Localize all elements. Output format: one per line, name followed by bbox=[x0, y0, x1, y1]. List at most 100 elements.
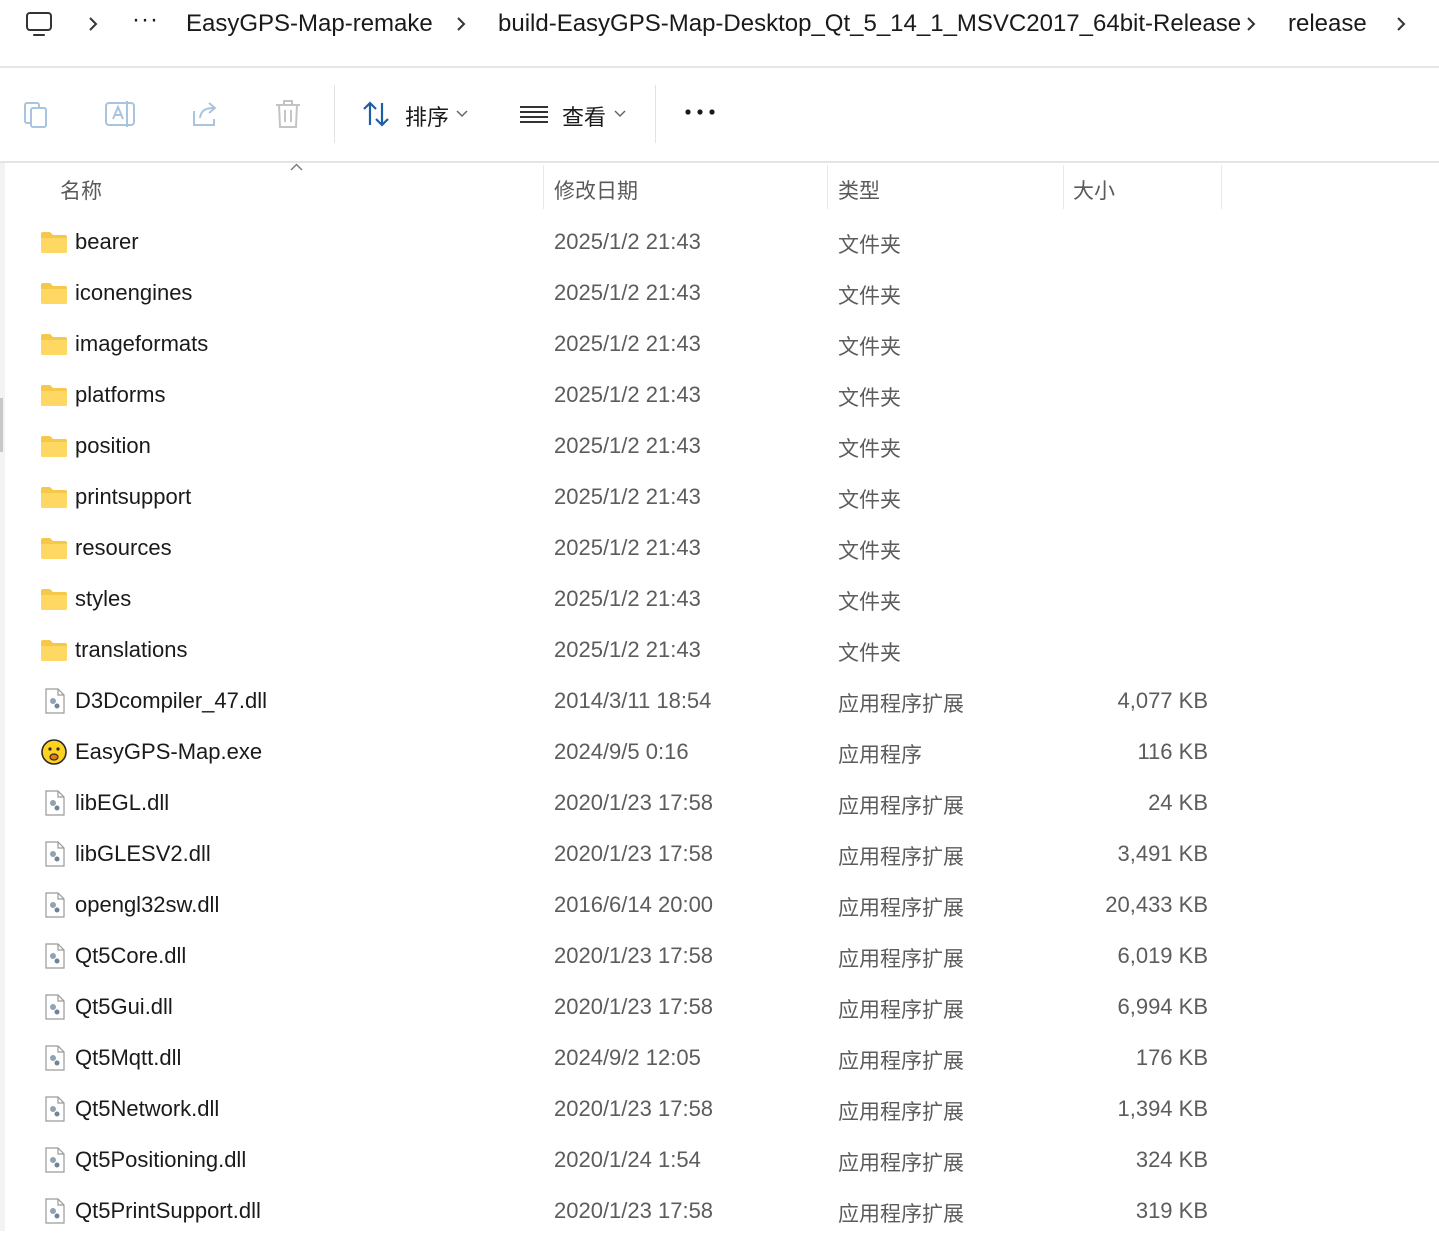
folder-icon bbox=[40, 586, 68, 612]
sort-label: 排序 bbox=[405, 105, 450, 130]
file-name: Qt5Core.dll bbox=[75, 943, 187, 968]
dll-icon bbox=[40, 994, 68, 1020]
file-type: 应用程序扩展 bbox=[838, 846, 964, 869]
file-row[interactable]: Qt5Gui.dll 2020/1/23 17:58 应用程序扩展 6,994 KB bbox=[6, 982, 1222, 1033]
chevron-down-icon bbox=[614, 110, 626, 118]
share-icon[interactable] bbox=[188, 97, 222, 131]
file-row[interactable]: EasyGPS-Map.exe 2024/9/5 0:16 应用程序 116 KB bbox=[6, 727, 1222, 778]
file-name: Qt5PrintSupport.dll bbox=[75, 1198, 261, 1223]
file-type: 应用程序扩展 bbox=[838, 693, 964, 716]
file-modified: 2025/1/2 21:43 bbox=[554, 433, 701, 458]
breadcrumb-overflow[interactable]: ··· bbox=[132, 6, 159, 34]
file-type: 文件夹 bbox=[838, 234, 901, 257]
breadcrumb-item[interactable]: build-EasyGPS-Map-Desktop_Qt_5_14_1_MSVC… bbox=[498, 10, 1241, 38]
file-row[interactable]: Qt5Core.dll 2020/1/23 17:58 应用程序扩展 6,019 KB bbox=[6, 931, 1222, 982]
file-modified: 2020/1/23 17:58 bbox=[554, 841, 714, 866]
column-divider[interactable] bbox=[1221, 165, 1222, 209]
pane-resize-handle[interactable] bbox=[0, 398, 3, 452]
file-row[interactable]: D3Dcompiler_47.dll 2014/3/11 18:54 应用程序扩展 4… bbox=[6, 676, 1222, 727]
breadcrumb-item[interactable]: release bbox=[1288, 10, 1367, 38]
file-name: Qt5Positioning.dll bbox=[75, 1147, 247, 1172]
file-row[interactable]: bearer 2025/1/2 21:43 文件夹 bbox=[6, 217, 1222, 268]
file-name: Qt5Network.dll bbox=[75, 1096, 220, 1121]
file-size: 319 KB bbox=[1135, 1198, 1208, 1223]
file-name: resources bbox=[75, 535, 172, 560]
chevron-right-icon[interactable] bbox=[84, 10, 102, 38]
file-row[interactable]: libGLESV2.dll 2020/1/23 17:58 应用程序扩展 3,491 … bbox=[6, 829, 1222, 880]
copy-icon[interactable] bbox=[20, 97, 54, 131]
folder-icon bbox=[40, 433, 68, 459]
folder-icon bbox=[40, 331, 68, 357]
file-modified: 2020/1/23 17:58 bbox=[554, 1198, 714, 1223]
file-name: Qt5Mqtt.dll bbox=[75, 1045, 182, 1070]
column-header-size[interactable]: 大小 bbox=[1073, 175, 1115, 205]
column-header-name[interactable]: 名称 bbox=[60, 175, 102, 205]
dll-icon bbox=[40, 688, 68, 714]
file-row[interactable]: imageformats 2025/1/2 21:43 文件夹 bbox=[6, 319, 1222, 370]
file-type: 文件夹 bbox=[838, 285, 901, 308]
file-row[interactable]: iconengines 2025/1/2 21:43 文件夹 bbox=[6, 268, 1222, 319]
folder-icon bbox=[40, 484, 68, 510]
dll-icon bbox=[40, 841, 68, 867]
file-type: 应用程序扩展 bbox=[838, 1050, 964, 1073]
folder-icon bbox=[40, 229, 68, 255]
more-icon[interactable] bbox=[684, 108, 716, 116]
file-name: styles bbox=[75, 586, 132, 611]
column-divider[interactable] bbox=[827, 165, 828, 209]
column-divider[interactable] bbox=[543, 165, 544, 209]
navigation-pane-edge bbox=[0, 163, 5, 1231]
file-row[interactable]: Qt5PrintSupport.dll 2020/1/23 17:58 应用程序扩展… bbox=[6, 1186, 1222, 1237]
address-bar[interactable]: ··· EasyGPS-Map-remake build-EasyGPS-Map… bbox=[0, 0, 1439, 66]
file-row[interactable]: translations 2025/1/2 21:43 文件夹 bbox=[6, 625, 1222, 676]
folder-icon bbox=[40, 382, 68, 408]
file-row[interactable]: libEGL.dll 2020/1/23 17:58 应用程序扩展 24 KB bbox=[6, 778, 1222, 829]
file-row[interactable]: opengl32sw.dll 2016/6/14 20:00 应用程序扩展 20,43… bbox=[6, 880, 1222, 931]
file-modified: 2025/1/2 21:43 bbox=[554, 331, 701, 356]
breadcrumb-item[interactable]: EasyGPS-Map-remake bbox=[186, 10, 433, 38]
dll-icon bbox=[40, 1147, 68, 1173]
chevron-right-icon[interactable] bbox=[1392, 10, 1410, 38]
file-name: iconengines bbox=[75, 280, 193, 305]
divider bbox=[0, 161, 1439, 163]
file-row[interactable]: styles 2025/1/2 21:43 文件夹 bbox=[6, 574, 1222, 625]
file-type: 文件夹 bbox=[838, 540, 901, 563]
file-row[interactable]: Qt5Network.dll 2020/1/23 17:58 应用程序扩展 1,394… bbox=[6, 1084, 1222, 1135]
file-modified: 2024/9/2 12:05 bbox=[554, 1045, 701, 1070]
file-modified: 2020/1/23 17:58 bbox=[554, 790, 714, 815]
computer-icon[interactable] bbox=[24, 9, 54, 39]
file-name: libGLESV2.dll bbox=[75, 841, 211, 866]
column-divider[interactable] bbox=[1063, 165, 1064, 209]
file-name: bearer bbox=[75, 229, 139, 254]
chevron-right-icon[interactable] bbox=[452, 10, 470, 38]
file-name: opengl32sw.dll bbox=[75, 892, 220, 917]
file-modified: 2020/1/23 17:58 bbox=[554, 1096, 714, 1121]
file-size: 20,433 KB bbox=[1105, 892, 1208, 917]
file-row[interactable]: Qt5Mqtt.dll 2024/9/2 12:05 应用程序扩展 176 KB bbox=[6, 1033, 1222, 1084]
file-type: 文件夹 bbox=[838, 489, 901, 512]
delete-icon[interactable] bbox=[271, 97, 305, 131]
file-modified: 2025/1/2 21:43 bbox=[554, 382, 701, 407]
toolbar-divider bbox=[655, 85, 656, 143]
file-name: translations bbox=[75, 637, 188, 662]
column-header-modified[interactable]: 修改日期 bbox=[554, 175, 638, 205]
dll-icon bbox=[40, 943, 68, 969]
file-row[interactable]: printsupport 2025/1/2 21:43 文件夹 bbox=[6, 472, 1222, 523]
file-modified: 2025/1/2 21:43 bbox=[554, 229, 701, 254]
file-size: 324 KB bbox=[1135, 1147, 1208, 1172]
file-size: 176 KB bbox=[1135, 1045, 1208, 1070]
column-header-type[interactable]: 类型 bbox=[838, 175, 880, 205]
file-row[interactable]: position 2025/1/2 21:43 文件夹 bbox=[6, 421, 1222, 472]
view-label: 查看 bbox=[562, 105, 607, 130]
file-row[interactable]: platforms 2025/1/2 21:43 文件夹 bbox=[6, 370, 1222, 421]
file-modified: 2020/1/23 17:58 bbox=[554, 994, 714, 1019]
file-modified: 2020/1/23 17:58 bbox=[554, 943, 714, 968]
file-name: printsupport bbox=[75, 484, 192, 509]
chevron-right-icon[interactable] bbox=[1242, 10, 1260, 38]
file-modified: 2014/3/11 18:54 bbox=[554, 688, 712, 713]
rename-icon[interactable] bbox=[103, 97, 137, 131]
file-type: 应用程序扩展 bbox=[838, 948, 964, 971]
file-row[interactable]: resources 2025/1/2 21:43 文件夹 bbox=[6, 523, 1222, 574]
file-name: libEGL.dll bbox=[75, 790, 170, 815]
file-name: imageformats bbox=[75, 331, 209, 356]
file-row[interactable]: Qt5Positioning.dll 2020/1/24 1:54 应用程序扩展 32… bbox=[6, 1135, 1222, 1186]
